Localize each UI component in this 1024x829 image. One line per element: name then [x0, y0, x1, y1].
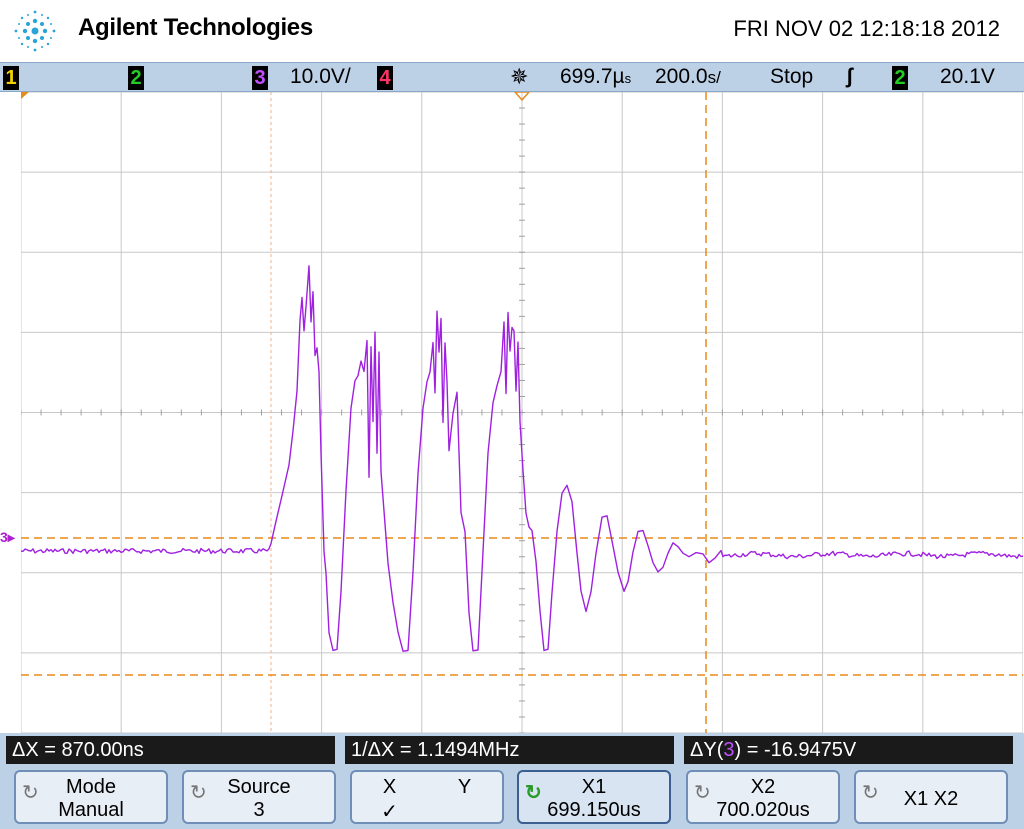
horizontal-delay: 699.7µs	[560, 65, 631, 89]
x1-x2-label: X1 X2	[903, 788, 959, 810]
brand-name: Agilent Technologies	[78, 14, 313, 41]
source-label: Source	[227, 776, 291, 798]
timebase-scale: 200.0s/	[655, 65, 721, 89]
channel-3-marker-label: 3	[0, 529, 8, 545]
inverse-delta-x-readout: 1/ΔX = 1.1494MHz	[345, 736, 674, 764]
mode-value: Manual	[58, 799, 124, 821]
channel-3-button[interactable]: 3	[252, 66, 268, 90]
source-softkey[interactable]: ↻ Source 3	[182, 770, 336, 824]
x1-value: 699.150us	[547, 799, 641, 821]
channel-1-button[interactable]: 1	[3, 66, 19, 90]
x2-softkey[interactable]: ↻ X2 700.020us	[686, 770, 840, 824]
left-edge-marker	[21, 92, 29, 99]
trigger-source: 2	[892, 66, 908, 90]
trigger-edge-icon: ʃ	[846, 65, 853, 88]
channel-3-ground-marker[interactable]: 3▸	[0, 529, 15, 546]
datetime: FRI NOV 02 12:18:18 2012	[733, 16, 1000, 41]
waveform-display[interactable]	[21, 92, 1023, 733]
x2-label: X2	[750, 776, 776, 798]
delta-y-value: ) = -16.9475V	[734, 739, 857, 761]
header: Agilent Technologies FRI NOV 02 12:18:18…	[0, 0, 1024, 62]
x1-x2-softkey[interactable]: ↻ X1 X2	[854, 770, 1008, 824]
x2-value: 700.020us	[716, 799, 810, 821]
softkey-bar: ↻ Mode Manual ↻ Source 3 X Y ✓ ↻ X1 699.…	[0, 766, 1024, 829]
run-state[interactable]: Stop	[770, 65, 813, 89]
status-bar: 1 2 3 10.0V/ 4 ✵ 699.7µs 200.0s/ Stop ʃ …	[0, 62, 1024, 92]
waveform-canvas	[21, 92, 1023, 733]
timebase-unit: s/	[707, 68, 721, 87]
timebase-value: 200.0	[655, 65, 708, 88]
measurement-bar: ΔX = 870.00ns 1/ΔX = 1.1494MHz ΔY(3) = -…	[0, 733, 1024, 766]
x1-label: X1	[581, 776, 607, 798]
channel-3-scale: 10.0V/	[290, 65, 351, 88]
mode-softkey[interactable]: ↻ Mode Manual	[14, 770, 168, 824]
delta-y-prefix: ΔY(	[690, 739, 724, 761]
agilent-logo-icon	[14, 10, 56, 52]
x-selected-check-icon: ✓	[381, 801, 398, 823]
y-label: Y	[457, 776, 472, 798]
source-value: 3	[253, 799, 265, 821]
x-label: X	[382, 776, 397, 798]
channel-2-button[interactable]: 2	[128, 66, 144, 90]
mode-label: Mode	[65, 776, 117, 798]
delta-x-readout: ΔX = 870.00ns	[6, 736, 335, 764]
graticule	[21, 92, 1023, 733]
delay-value: 699.7µ	[560, 65, 625, 88]
x1-softkey[interactable]: ↻ X1 699.150us	[517, 770, 671, 824]
delta-y-channel: 3	[723, 739, 735, 761]
channel-4-button[interactable]: 4	[377, 66, 393, 90]
trigger-icon: ✵	[510, 64, 529, 89]
trigger-level: 20.1V	[940, 65, 995, 88]
xy-softkey[interactable]: X Y ✓	[350, 770, 504, 824]
delay-unit: s	[624, 71, 632, 86]
delta-y-readout: ΔY(3) = -16.9475V	[684, 736, 1013, 764]
